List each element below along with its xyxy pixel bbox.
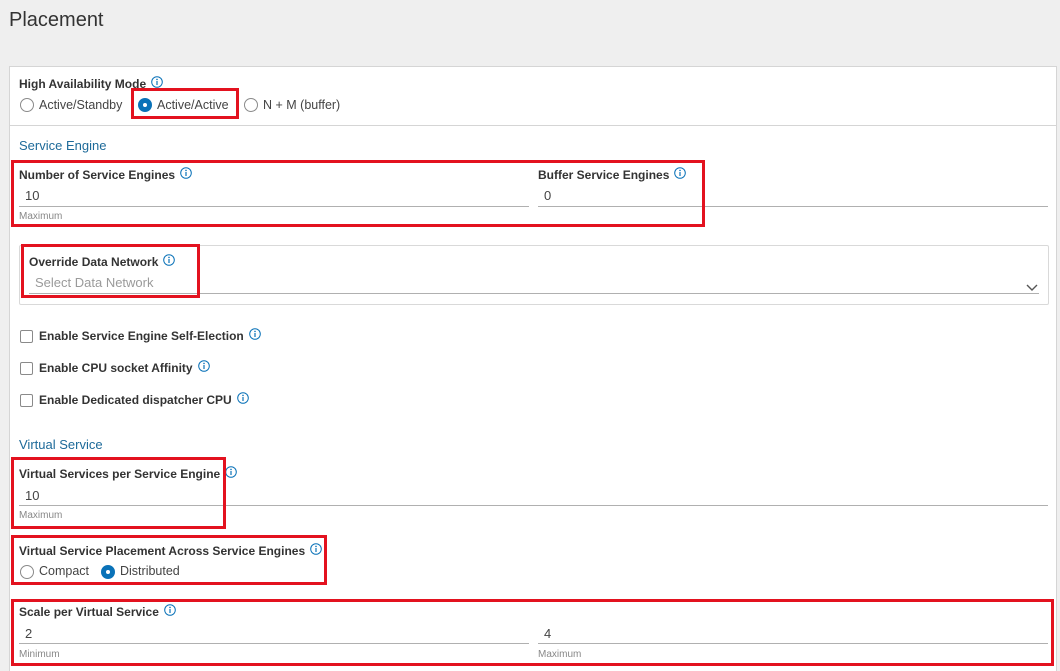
ha-mode-label: High Availability Mode xyxy=(19,76,163,92)
self-election-label: Enable Service Engine Self-Election xyxy=(39,328,261,344)
info-icon[interactable] xyxy=(164,604,176,619)
vs-per-se-helper: Maximum xyxy=(19,510,63,521)
num-se-label: Number of Service Engines xyxy=(19,167,192,183)
dedicated-dispatcher-label-text[interactable]: Enable Dedicated dispatcher CPU xyxy=(39,393,232,407)
scale-max-underline xyxy=(538,643,1048,644)
vs-placement-label: Virtual Service Placement Across Service… xyxy=(19,543,322,559)
vs-per-se-label-text: Virtual Services per Service Engine xyxy=(19,467,221,481)
info-icon[interactable] xyxy=(180,167,192,182)
section-divider xyxy=(10,125,1056,126)
scale-min-underline xyxy=(19,643,529,644)
override-network-label-text: Override Data Network xyxy=(29,255,159,269)
info-icon[interactable] xyxy=(197,360,210,375)
override-network-underline xyxy=(29,293,1039,294)
ha-n-m-buffer-radio[interactable] xyxy=(244,98,258,112)
scale-min-helper: Minimum xyxy=(19,649,60,660)
ha-active-standby-radio[interactable] xyxy=(20,98,34,112)
num-se-helper: Maximum xyxy=(19,211,63,222)
dedicated-dispatcher-checkbox[interactable] xyxy=(20,394,33,407)
info-icon[interactable] xyxy=(248,328,261,343)
num-se-label-text: Number of Service Engines xyxy=(19,168,176,182)
page-title: Placement xyxy=(9,9,104,31)
cpu-socket-affinity-label-text[interactable]: Enable CPU socket Affinity xyxy=(39,361,193,375)
placement-compact-radio[interactable] xyxy=(20,565,34,579)
placement-distributed-radio[interactable] xyxy=(101,565,115,579)
self-election-checkbox[interactable] xyxy=(20,330,33,343)
ha-active-active-label[interactable]: Active/Active xyxy=(157,98,229,112)
info-icon[interactable] xyxy=(151,76,163,91)
ha-active-standby-label[interactable]: Active/Standby xyxy=(39,98,122,112)
override-network-select[interactable]: Select Data Network xyxy=(35,275,154,290)
ha-active-active-radio[interactable] xyxy=(138,98,152,112)
scale-min-input[interactable]: 2 xyxy=(25,626,32,641)
vs-per-se-label: Virtual Services per Service Engine xyxy=(19,466,238,482)
vs-per-se-underline xyxy=(19,505,1048,506)
ha-n-m-buffer-label[interactable]: N + M (buffer) xyxy=(263,98,340,112)
chevron-down-icon[interactable] xyxy=(1026,279,1038,297)
buffer-se-underline xyxy=(538,206,1048,207)
num-se-underline xyxy=(19,206,529,207)
placement-distributed-label[interactable]: Distributed xyxy=(120,564,180,578)
scale-max-helper: Maximum xyxy=(538,649,582,660)
cpu-socket-affinity-checkbox[interactable] xyxy=(20,362,33,375)
scale-max-input[interactable]: 4 xyxy=(544,626,551,641)
override-network-label: Override Data Network xyxy=(29,254,176,270)
placement-compact-label[interactable]: Compact xyxy=(39,564,89,578)
placement-panel: High Availability Mode Active/Standby Ac… xyxy=(9,66,1057,671)
info-icon[interactable] xyxy=(674,167,687,182)
info-icon[interactable] xyxy=(310,543,322,558)
ha-mode-label-text: High Availability Mode xyxy=(19,77,147,91)
num-se-input[interactable]: 10 xyxy=(25,188,39,203)
scale-label-text: Scale per Virtual Service xyxy=(19,605,159,619)
virtual-service-section-title: Virtual Service xyxy=(19,437,103,452)
info-icon[interactable] xyxy=(225,466,238,481)
self-election-label-text[interactable]: Enable Service Engine Self-Election xyxy=(39,329,244,343)
dedicated-dispatcher-label: Enable Dedicated dispatcher CPU xyxy=(39,392,249,408)
buffer-se-label-text: Buffer Service Engines xyxy=(538,168,670,182)
vs-placement-label-text: Virtual Service Placement Across Service… xyxy=(19,544,306,558)
cpu-socket-affinity-label: Enable CPU socket Affinity xyxy=(39,360,210,376)
vs-per-se-input[interactable]: 10 xyxy=(25,488,39,503)
info-icon[interactable] xyxy=(236,392,249,407)
info-icon[interactable] xyxy=(163,254,176,269)
service-engine-section-title: Service Engine xyxy=(19,138,107,153)
scale-label: Scale per Virtual Service xyxy=(19,604,176,620)
buffer-se-input[interactable]: 0 xyxy=(544,188,551,203)
buffer-se-label: Buffer Service Engines xyxy=(538,167,687,183)
